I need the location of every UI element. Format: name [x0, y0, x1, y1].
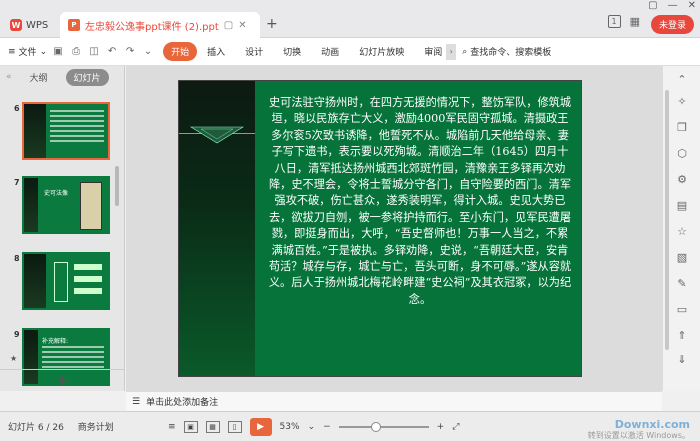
- triangle-ornament-icon: [189, 126, 245, 144]
- wps-home-tab[interactable]: W WPS: [4, 14, 54, 36]
- add-slide-button[interactable]: +: [0, 369, 125, 391]
- thumb-number: 7: [14, 178, 20, 187]
- thumb-title: 史可法像: [44, 190, 69, 197]
- slide-counter: 幻灯片 6 / 26: [8, 423, 64, 433]
- thumb-image: [22, 252, 110, 310]
- restore-icon[interactable]: ▢: [648, 0, 657, 11]
- menu-bar: ≡ 文件 ⌄ ▣ ⎙ ◫ ↶ ↷ ⌄ 开始 插入 设计 切换 动画 幻灯片放映 …: [0, 38, 700, 66]
- tab-design[interactable]: 设计: [245, 45, 263, 58]
- star-outline-icon[interactable]: ☆: [675, 224, 689, 238]
- thumb-image: 史可法像: [22, 176, 110, 234]
- file-menu-label: 文件: [18, 48, 37, 58]
- slide-body-text[interactable]: 史可法驻守扬州时，在四方无援的情况下，整饬军队，修筑城垣，晓以民族存亡大义，激励…: [267, 95, 573, 308]
- notification-badge[interactable]: 1: [607, 15, 621, 28]
- activation-notice: 转到设置以激活 Windows。: [587, 431, 690, 440]
- window-controls: ▢ — ✕: [648, 0, 696, 11]
- grid-icon[interactable]: ▦: [630, 15, 640, 28]
- slide-thumbnail-7[interactable]: 7 史可法像: [0, 176, 118, 246]
- login-button[interactable]: 未登录: [650, 15, 694, 34]
- chevron-up-icon[interactable]: ⌃: [675, 72, 689, 86]
- new-tab-icon[interactable]: +: [266, 16, 278, 32]
- chevron-double-up-icon[interactable]: ⇑: [675, 328, 689, 342]
- current-slide[interactable]: 史可法驻守扬州时，在四方无援的情况下，整饬军队，修筑城垣，晓以民族存亡大义，激励…: [178, 80, 582, 377]
- thumb-number: 9: [14, 330, 20, 339]
- tab-start[interactable]: 开始: [163, 42, 198, 61]
- wps-app-name: WPS: [26, 19, 49, 31]
- gallery-icon[interactable]: ▧: [675, 250, 689, 264]
- sorter-view-icon[interactable]: ▦: [205, 420, 220, 433]
- star-icon: ★: [10, 354, 18, 363]
- tab-transition[interactable]: 切换: [283, 45, 301, 58]
- layers-icon[interactable]: ▭: [675, 302, 689, 316]
- canvas-scrollbar[interactable]: [665, 70, 670, 380]
- thumb-title: 补充解释:: [42, 338, 69, 345]
- zoom-out-icon[interactable]: −: [323, 422, 331, 432]
- edit-icon[interactable]: ✎: [675, 276, 689, 290]
- command-search[interactable]: ⌕ 查找命令、搜索模板: [462, 45, 552, 59]
- magic-icon[interactable]: ✧: [675, 94, 689, 108]
- thumb-image: [22, 102, 110, 160]
- print-icon[interactable]: ⎙: [69, 45, 83, 59]
- folder-icon[interactable]: ▤: [675, 198, 689, 212]
- tab-slideshow[interactable]: 幻灯片放映: [359, 45, 404, 58]
- copy-icon[interactable]: ❐: [675, 120, 689, 134]
- redo-icon[interactable]: ↷: [123, 45, 137, 59]
- zoom-dropdown-icon[interactable]: ⌄: [308, 422, 316, 432]
- fit-window-icon[interactable]: ⤢: [452, 422, 459, 432]
- notes-bar[interactable]: ☰ 单击此处添加备注: [126, 391, 662, 411]
- tab-outline[interactable]: 大纲: [22, 69, 56, 86]
- chevron-double-down-icon[interactable]: ⇓: [675, 352, 689, 366]
- minimize-icon[interactable]: —: [668, 0, 678, 11]
- save-icon[interactable]: ▣: [51, 45, 65, 59]
- slide-canvas: 史可法驻守扬州时，在四方无援的情况下，整饬军队，修筑城垣，晓以民族存亡大义，激励…: [126, 66, 662, 391]
- title-bar: W WPS P 左忠毅公逸事ppt课件 (2).ppt ▢ ✕ + 1 ▦ 未登…: [0, 0, 700, 38]
- close-window-icon[interactable]: ✕: [688, 0, 696, 11]
- thumb-number: 8: [14, 254, 20, 263]
- zoom-slider-handle[interactable]: [371, 421, 382, 432]
- tab-review[interactable]: 审阅: [424, 45, 442, 58]
- panel-scrollbar[interactable]: [115, 166, 119, 206]
- hamburger-icon: ≡: [8, 46, 16, 57]
- ppt-file-icon: P: [68, 19, 80, 31]
- notes-placeholder: 单击此处添加备注: [146, 398, 219, 408]
- zoom-in-icon[interactable]: +: [437, 422, 445, 432]
- slide-thumbnail-8[interactable]: 8: [0, 252, 118, 322]
- tab-pin-icon[interactable]: ▢: [224, 20, 233, 31]
- portrait-image: [80, 182, 102, 230]
- slide-panel: « 大纲 幻灯片 6 7 史可法像 8 9 补充解释: ★ +: [0, 66, 125, 391]
- title-tools: 1 ▦: [607, 15, 640, 28]
- document-tab[interactable]: P 左忠毅公逸事ppt课件 (2).ppt ▢ ✕: [60, 12, 260, 38]
- collapse-panel-icon[interactable]: «: [6, 72, 12, 82]
- tab-close-icon[interactable]: ✕: [238, 20, 246, 31]
- slide-thumbnail-6[interactable]: 6: [0, 102, 118, 172]
- command-search-label: 查找命令、搜索模板: [470, 48, 552, 58]
- tab-insert[interactable]: 插入: [207, 45, 225, 58]
- chevron-down-icon: ⌄: [39, 46, 48, 57]
- status-bar: 幻灯片 6 / 26 商务计划 ≡ ▣ ▦ ▯ ▶ 53% ⌄ − + ⤢ Do…: [0, 411, 700, 441]
- panel-tabs: « 大纲 幻灯片: [0, 66, 124, 88]
- notes-toggle-icon[interactable]: ≡: [168, 422, 176, 432]
- zoom-level[interactable]: 53%: [280, 422, 300, 432]
- preview-icon[interactable]: ◫: [87, 45, 101, 59]
- theme-name[interactable]: 商务计划: [78, 420, 114, 433]
- zoom-slider[interactable]: [338, 421, 429, 432]
- settings-icon[interactable]: ⚙: [675, 172, 689, 186]
- reading-view-icon[interactable]: ▯: [227, 420, 242, 433]
- shape-icon[interactable]: ⬡: [675, 146, 689, 160]
- wps-logo-icon: W: [10, 19, 22, 31]
- tab-slides[interactable]: 幻灯片: [65, 68, 109, 86]
- thumb-number: 6: [14, 104, 20, 113]
- search-icon: ⌕: [462, 46, 468, 57]
- slideshow-play-button[interactable]: ▶: [249, 417, 272, 436]
- undo-icon[interactable]: ↶: [105, 45, 119, 59]
- tab-animation[interactable]: 动画: [321, 45, 339, 58]
- file-menu[interactable]: ≡ 文件 ⌄: [8, 45, 48, 59]
- more-icon[interactable]: ⌄: [141, 45, 155, 59]
- note-icon: ☰: [132, 396, 141, 407]
- document-name: 左忠毅公逸事ppt课件 (2).ppt: [85, 21, 219, 33]
- normal-view-icon[interactable]: ▣: [183, 420, 198, 433]
- tabs-scroll-right-icon[interactable]: ›: [446, 43, 457, 60]
